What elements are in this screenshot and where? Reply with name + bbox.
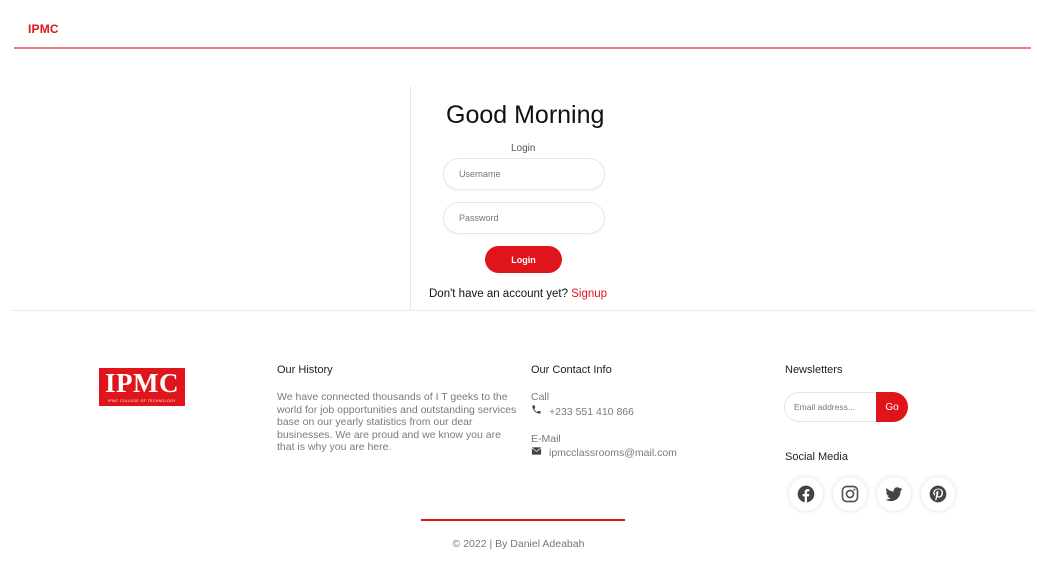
ipmc-logo: IPMC IPMC COLLEGE OF TECHNOLOGY	[99, 368, 185, 406]
login-button[interactable]: Login	[485, 246, 562, 273]
envelope-icon	[531, 446, 543, 459]
phone-row: +233 551 410 866	[531, 404, 634, 418]
email-address: ipmcclassrooms@mail.com	[549, 447, 677, 459]
newsletter-title: Newsletters	[785, 364, 843, 376]
copyright-text: © 2022 | By Daniel Adeabah	[452, 538, 585, 550]
section-divider	[10, 310, 1035, 311]
history-title: Our History	[277, 364, 333, 376]
logo-text: IPMC	[105, 368, 179, 398]
pinterest-icon[interactable]	[921, 477, 955, 511]
header-divider	[14, 47, 1031, 49]
email-row: ipmcclassrooms@mail.com	[531, 446, 677, 459]
top-navbar: IPMC	[0, 0, 1037, 50]
password-input[interactable]	[443, 202, 605, 234]
login-vertical-divider	[410, 86, 411, 310]
call-label: Call	[531, 391, 550, 403]
login-subtitle: Login	[511, 143, 536, 154]
history-text: We have connected thousands of I T geeks…	[277, 391, 517, 453]
facebook-icon[interactable]	[789, 477, 823, 511]
logo-tagline: IPMC COLLEGE OF TECHNOLOGY	[108, 399, 176, 403]
instagram-icon[interactable]	[833, 477, 867, 511]
phone-icon	[531, 404, 543, 418]
footer-accent-line	[421, 519, 625, 521]
social-media-title: Social Media	[785, 451, 848, 463]
brand-link[interactable]: IPMC	[28, 22, 59, 36]
signup-link[interactable]: Signup	[571, 288, 607, 300]
signup-prompt-text: Don't have an account yet?	[429, 288, 572, 300]
phone-number: +233 551 410 866	[549, 406, 634, 418]
twitter-icon[interactable]	[877, 477, 911, 511]
username-input[interactable]	[443, 158, 605, 190]
signup-prompt-line: Don't have an account yet? Signup	[429, 288, 607, 300]
contact-title: Our Contact Info	[531, 364, 612, 376]
greeting-heading: Good Morning	[446, 101, 605, 129]
newsletter-go-button[interactable]: Go	[876, 392, 908, 422]
newsletter-email-input[interactable]	[784, 392, 880, 422]
email-label: E-Mail	[531, 433, 561, 445]
